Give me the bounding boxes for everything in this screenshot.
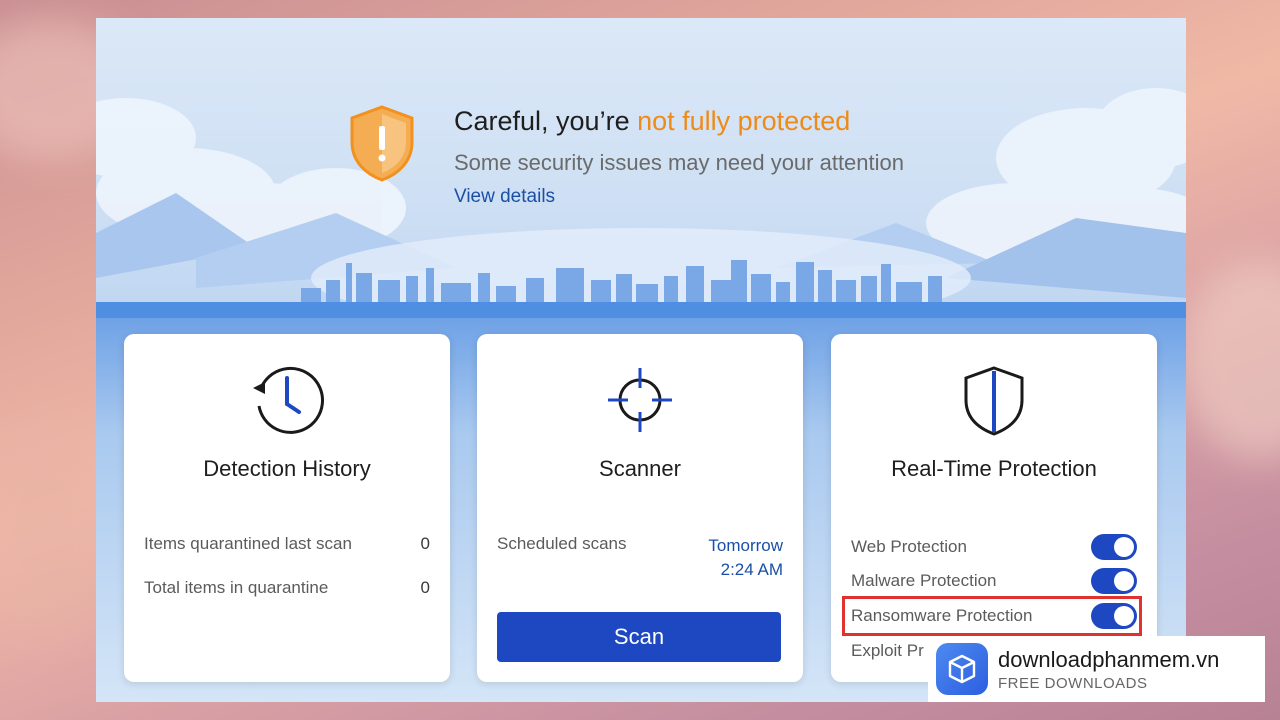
status-headline: Careful, you’re not fully protected — [454, 106, 850, 137]
view-details-link[interactable]: View details — [454, 186, 555, 208]
scheduled-scans-label: Scheduled scans — [497, 534, 627, 553]
antivirus-dashboard: Careful, you’re not fully protected Some… — [96, 18, 1186, 702]
status-subtitle: Some security issues may need your atten… — [454, 150, 905, 175]
quarantined-last-scan-value: 0 — [420, 534, 430, 553]
detection-history-card[interactable]: Detection History Items quarantined last… — [124, 334, 450, 682]
total-quarantine-label: Total items in quarantine — [144, 578, 329, 597]
web-protection-row: Web Protection — [851, 534, 1137, 562]
toggle-knob — [1114, 571, 1134, 591]
city-skyline-illustration — [96, 88, 1186, 328]
toggle-knob — [1114, 606, 1134, 626]
ransomware-protection-toggle[interactable] — [1091, 603, 1137, 629]
watermark-name: downloadphanmem.vn — [998, 646, 1220, 672]
web-protection-toggle[interactable] — [1091, 534, 1137, 560]
status-banner: Careful, you’re not fully protected Some… — [96, 18, 1186, 338]
shield-icon — [831, 362, 1157, 438]
scheduled-scan-time[interactable]: Tomorrow 2:24 AM — [708, 534, 783, 582]
realtime-protection-card[interactable]: Real-Time Protection Web Protection Malw… — [831, 334, 1157, 682]
warning-shield-icon — [350, 105, 414, 182]
ransomware-protection-label: Ransomware Protection — [851, 606, 1033, 625]
scheduled-scan-day: Tomorrow — [708, 536, 783, 555]
scheduled-scan-clock: 2:24 AM — [720, 560, 783, 579]
watermark-badge: downloadphanmem.vn FREE DOWNLOADS — [928, 636, 1265, 702]
detection-history-title: Detection History — [203, 456, 371, 481]
web-protection-label: Web Protection — [851, 537, 967, 556]
scan-button[interactable]: Scan — [497, 612, 781, 662]
watermark-text: downloadphanmem.vn FREE DOWNLOADS — [998, 647, 1219, 692]
malware-protection-row: Malware Protection — [851, 568, 1137, 596]
scanner-card[interactable]: Scanner Scheduled scans Tomorrow 2:24 AM… — [477, 334, 803, 682]
exploit-protection-label: Exploit Pr — [851, 641, 924, 660]
malware-protection-toggle[interactable] — [1091, 568, 1137, 594]
quarantined-last-scan-label: Items quarantined last scan — [144, 534, 352, 553]
background-cloud — [1180, 260, 1280, 460]
toggle-knob — [1114, 537, 1134, 557]
ransomware-protection-row: Ransomware Protection — [851, 603, 1137, 631]
cube-icon — [936, 643, 988, 695]
watermark-tagline: FREE DOWNLOADS — [998, 674, 1148, 692]
status-headline-prefix: Careful, you’re — [454, 106, 630, 136]
realtime-protection-title: Real-Time Protection — [891, 456, 1097, 481]
total-quarantine-value: 0 — [420, 578, 430, 597]
scanner-title: Scanner — [599, 456, 681, 481]
crosshair-icon — [477, 362, 803, 438]
status-warning-text: not fully protected — [637, 106, 851, 136]
malware-protection-label: Malware Protection — [851, 571, 997, 590]
clock-history-icon — [124, 362, 450, 438]
